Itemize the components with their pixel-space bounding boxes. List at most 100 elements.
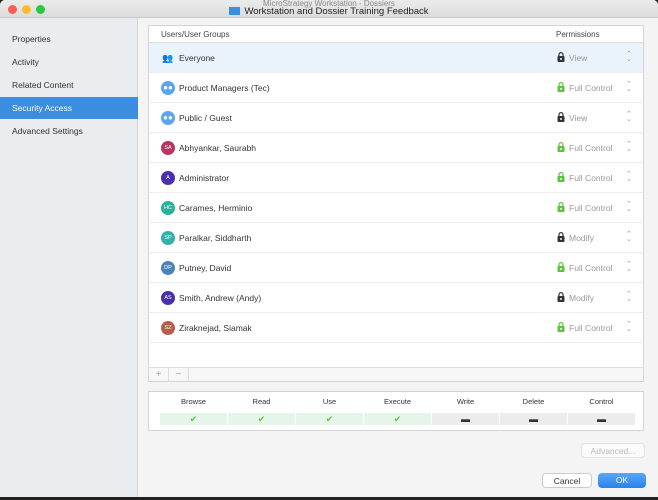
permission-value[interactable]: Full Control (569, 263, 612, 273)
user-name: Product Managers (Tec) (179, 83, 270, 93)
sidebar-item-activity[interactable]: Activity (0, 51, 138, 73)
user-name: Carames, Herminio (179, 203, 253, 213)
permission-value[interactable]: Full Control (569, 83, 612, 93)
users-table: Users/User Groups Permissions 👥 Everyone … (148, 25, 644, 382)
table-row[interactable]: SP Paralkar, Siddharth Modify ⌃ ⌄ (149, 223, 643, 253)
user-name: Abhyankar, Saurabh (179, 143, 257, 153)
right-browse: Browse ✔ (160, 392, 227, 425)
add-button[interactable]: + (149, 368, 169, 381)
avatar: SZ (161, 321, 175, 335)
permission-value[interactable]: Full Control (569, 323, 612, 333)
col-users-header: Users/User Groups (161, 30, 230, 39)
lock-icon (557, 202, 565, 212)
lock-icon (557, 232, 565, 242)
right-delete: Delete ▬ (500, 392, 567, 425)
window-title: Workstation and Dossier Training Feedbac… (0, 7, 658, 17)
avatar: SP (161, 231, 175, 245)
right-label: Use (322, 397, 337, 406)
everyone-icon: 👥 (162, 53, 174, 63)
permission-value[interactable]: Full Control (569, 173, 612, 183)
user-name: Paralkar, Siddharth (179, 233, 252, 243)
right-write: Write ▬ (432, 392, 499, 425)
chevron-up-down-icon[interactable]: ⌃ ⌄ (626, 81, 632, 93)
ok-button[interactable]: OK (598, 473, 646, 488)
table-header: Users/User Groups Permissions (149, 26, 643, 43)
user-name: Everyone (179, 53, 215, 63)
permission-value[interactable]: Modify (569, 293, 594, 303)
chevron-up-down-icon[interactable]: ⌃ ⌄ (626, 291, 632, 303)
table-row[interactable]: HC Carames, Herminio Full Control ⌃ ⌄ (149, 193, 643, 223)
checkmark-icon[interactable]: ✔ (296, 413, 363, 425)
advanced-button[interactable]: Advanced... (581, 443, 645, 458)
checkmark-icon[interactable]: ✔ (364, 413, 431, 425)
permission-value[interactable]: View (569, 113, 587, 123)
sidebar-item-advanced-settings[interactable]: Advanced Settings (0, 120, 138, 142)
chevron-up-down-icon[interactable]: ⌃ ⌄ (626, 141, 632, 153)
right-label: Execute (383, 397, 412, 406)
sidebar-item-related-content[interactable]: Related Content (0, 74, 138, 96)
table-row[interactable]: SA Abhyankar, Saurabh Full Control ⌃ ⌄ (149, 133, 643, 163)
avatar: A (161, 171, 175, 185)
dossier-icon (229, 7, 241, 15)
user-group-icon: ●● (161, 111, 175, 125)
checkmark-icon[interactable]: ✔ (160, 413, 227, 425)
chevron-up-down-icon[interactable]: ⌃ ⌄ (626, 231, 632, 243)
right-label: Browse (180, 397, 206, 406)
right-label: Write (456, 397, 475, 406)
lock-icon (557, 292, 565, 302)
user-name: Public / Guest (179, 113, 232, 123)
user-name: Ziraknejad, Siamak (179, 323, 252, 333)
remove-button[interactable]: − (169, 368, 189, 381)
table-row[interactable]: ●● Product Managers (Tec) Full Control ⌃ ⌄ (149, 73, 643, 103)
lock-icon (557, 52, 565, 62)
right-label: Control (589, 397, 614, 406)
permission-value[interactable]: Full Control (569, 143, 612, 153)
permission-value[interactable]: Full Control (569, 203, 612, 213)
title-bar: MicroStrategy Workstation - Dossiers Wor… (0, 0, 658, 18)
sidebar-item-properties[interactable]: Properties (0, 28, 138, 50)
lock-icon (557, 322, 565, 332)
dash-icon[interactable]: ▬ (432, 413, 499, 425)
user-name: Smith, Andrew (Andy) (179, 293, 262, 303)
lock-icon (557, 82, 565, 92)
right-execute: Execute ✔ (364, 392, 431, 425)
table-row[interactable]: SZ Ziraknejad, Siamak Full Control ⌃ ⌄ (149, 313, 643, 343)
dash-icon[interactable]: ▬ (568, 413, 635, 425)
right-label: Delete (522, 397, 545, 406)
table-row[interactable]: ●● Public / Guest View ⌃ ⌄ (149, 103, 643, 133)
table-row[interactable]: AS Smith, Andrew (Andy) Modify ⌃ ⌄ (149, 283, 643, 313)
table-row[interactable]: 👥 Everyone View ⌃ ⌄ (149, 43, 643, 73)
chevron-up-down-icon[interactable]: ⌃ ⌄ (626, 171, 632, 183)
user-group-icon: ●● (161, 81, 175, 95)
avatar: AS (161, 291, 175, 305)
lock-icon (557, 262, 565, 272)
chevron-up-down-icon[interactable]: ⌃ ⌄ (626, 321, 632, 333)
table-row[interactable]: DP Putney, David Full Control ⌃ ⌄ (149, 253, 643, 283)
table-row[interactable]: A Administrator Full Control ⌃ ⌄ (149, 163, 643, 193)
permission-value[interactable]: Modify (569, 233, 594, 243)
table-toolbar: + − (149, 367, 643, 381)
right-read: Read ✔ (228, 392, 295, 425)
right-control: Control ▬ (568, 392, 635, 425)
avatar: DP (161, 261, 175, 275)
rights-grid: Browse ✔ Read ✔ Use ✔ Execute ✔ Write ▬ Delet… (148, 391, 644, 431)
window-title-text: Workstation and Dossier Training Feedbac… (244, 6, 429, 17)
lock-icon (557, 112, 565, 122)
chevron-up-down-icon[interactable]: ⌃ ⌄ (626, 201, 632, 213)
right-label: Read (252, 397, 271, 406)
chevron-up-down-icon[interactable]: ⌃ ⌄ (626, 111, 632, 123)
chevron-up-down-icon[interactable]: ⌃ ⌄ (626, 51, 632, 63)
right-use: Use ✔ (296, 392, 363, 425)
avatar: SA (161, 141, 175, 155)
dash-icon[interactable]: ▬ (500, 413, 567, 425)
lock-icon (557, 172, 565, 182)
user-name: Putney, David (179, 263, 232, 273)
cancel-button[interactable]: Cancel (542, 473, 592, 488)
sidebar: Properties Activity Related Content Securit… (0, 18, 138, 497)
chevron-up-down-icon[interactable]: ⌃ ⌄ (626, 261, 632, 273)
sidebar-item-security-access[interactable]: Security Access (0, 97, 138, 119)
avatar: HC (161, 201, 175, 215)
checkmark-icon[interactable]: ✔ (228, 413, 295, 425)
permission-value[interactable]: View (569, 53, 587, 63)
lock-icon (557, 142, 565, 152)
